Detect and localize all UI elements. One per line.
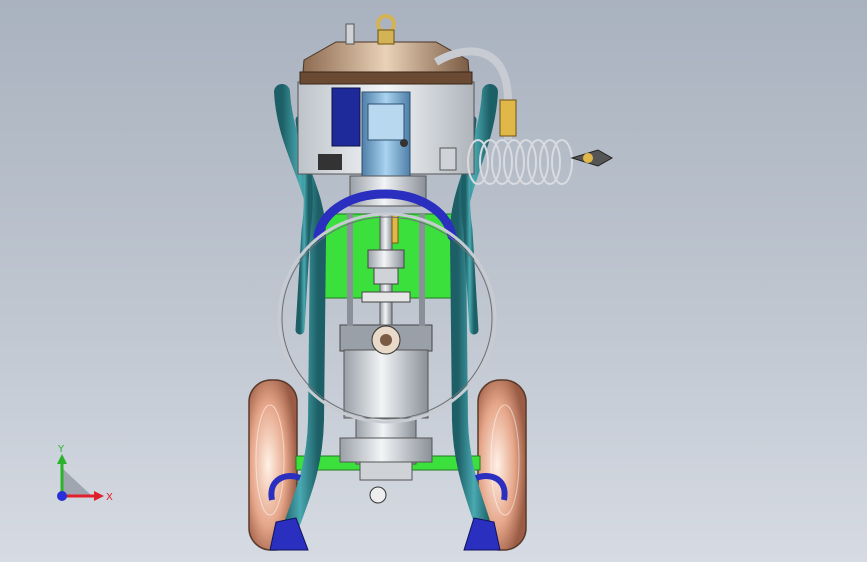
cad-viewport[interactable]: Y X bbox=[0, 0, 867, 562]
axis-x-label: X bbox=[106, 492, 113, 503]
motor-cap[interactable] bbox=[299, 14, 473, 85]
air-motor[interactable] bbox=[297, 81, 475, 207]
left-fitting bbox=[318, 154, 342, 170]
spray-gun[interactable] bbox=[570, 149, 614, 167]
air-hose-fitting bbox=[499, 99, 517, 137]
right-foot bbox=[463, 517, 501, 551]
left-foot bbox=[269, 517, 309, 551]
axis-y-label: Y bbox=[57, 444, 65, 455]
coordinate-triad: Y X bbox=[57, 444, 113, 503]
coiled-hose[interactable] bbox=[467, 139, 573, 185]
pump-assembly-model[interactable] bbox=[0, 0, 867, 562]
